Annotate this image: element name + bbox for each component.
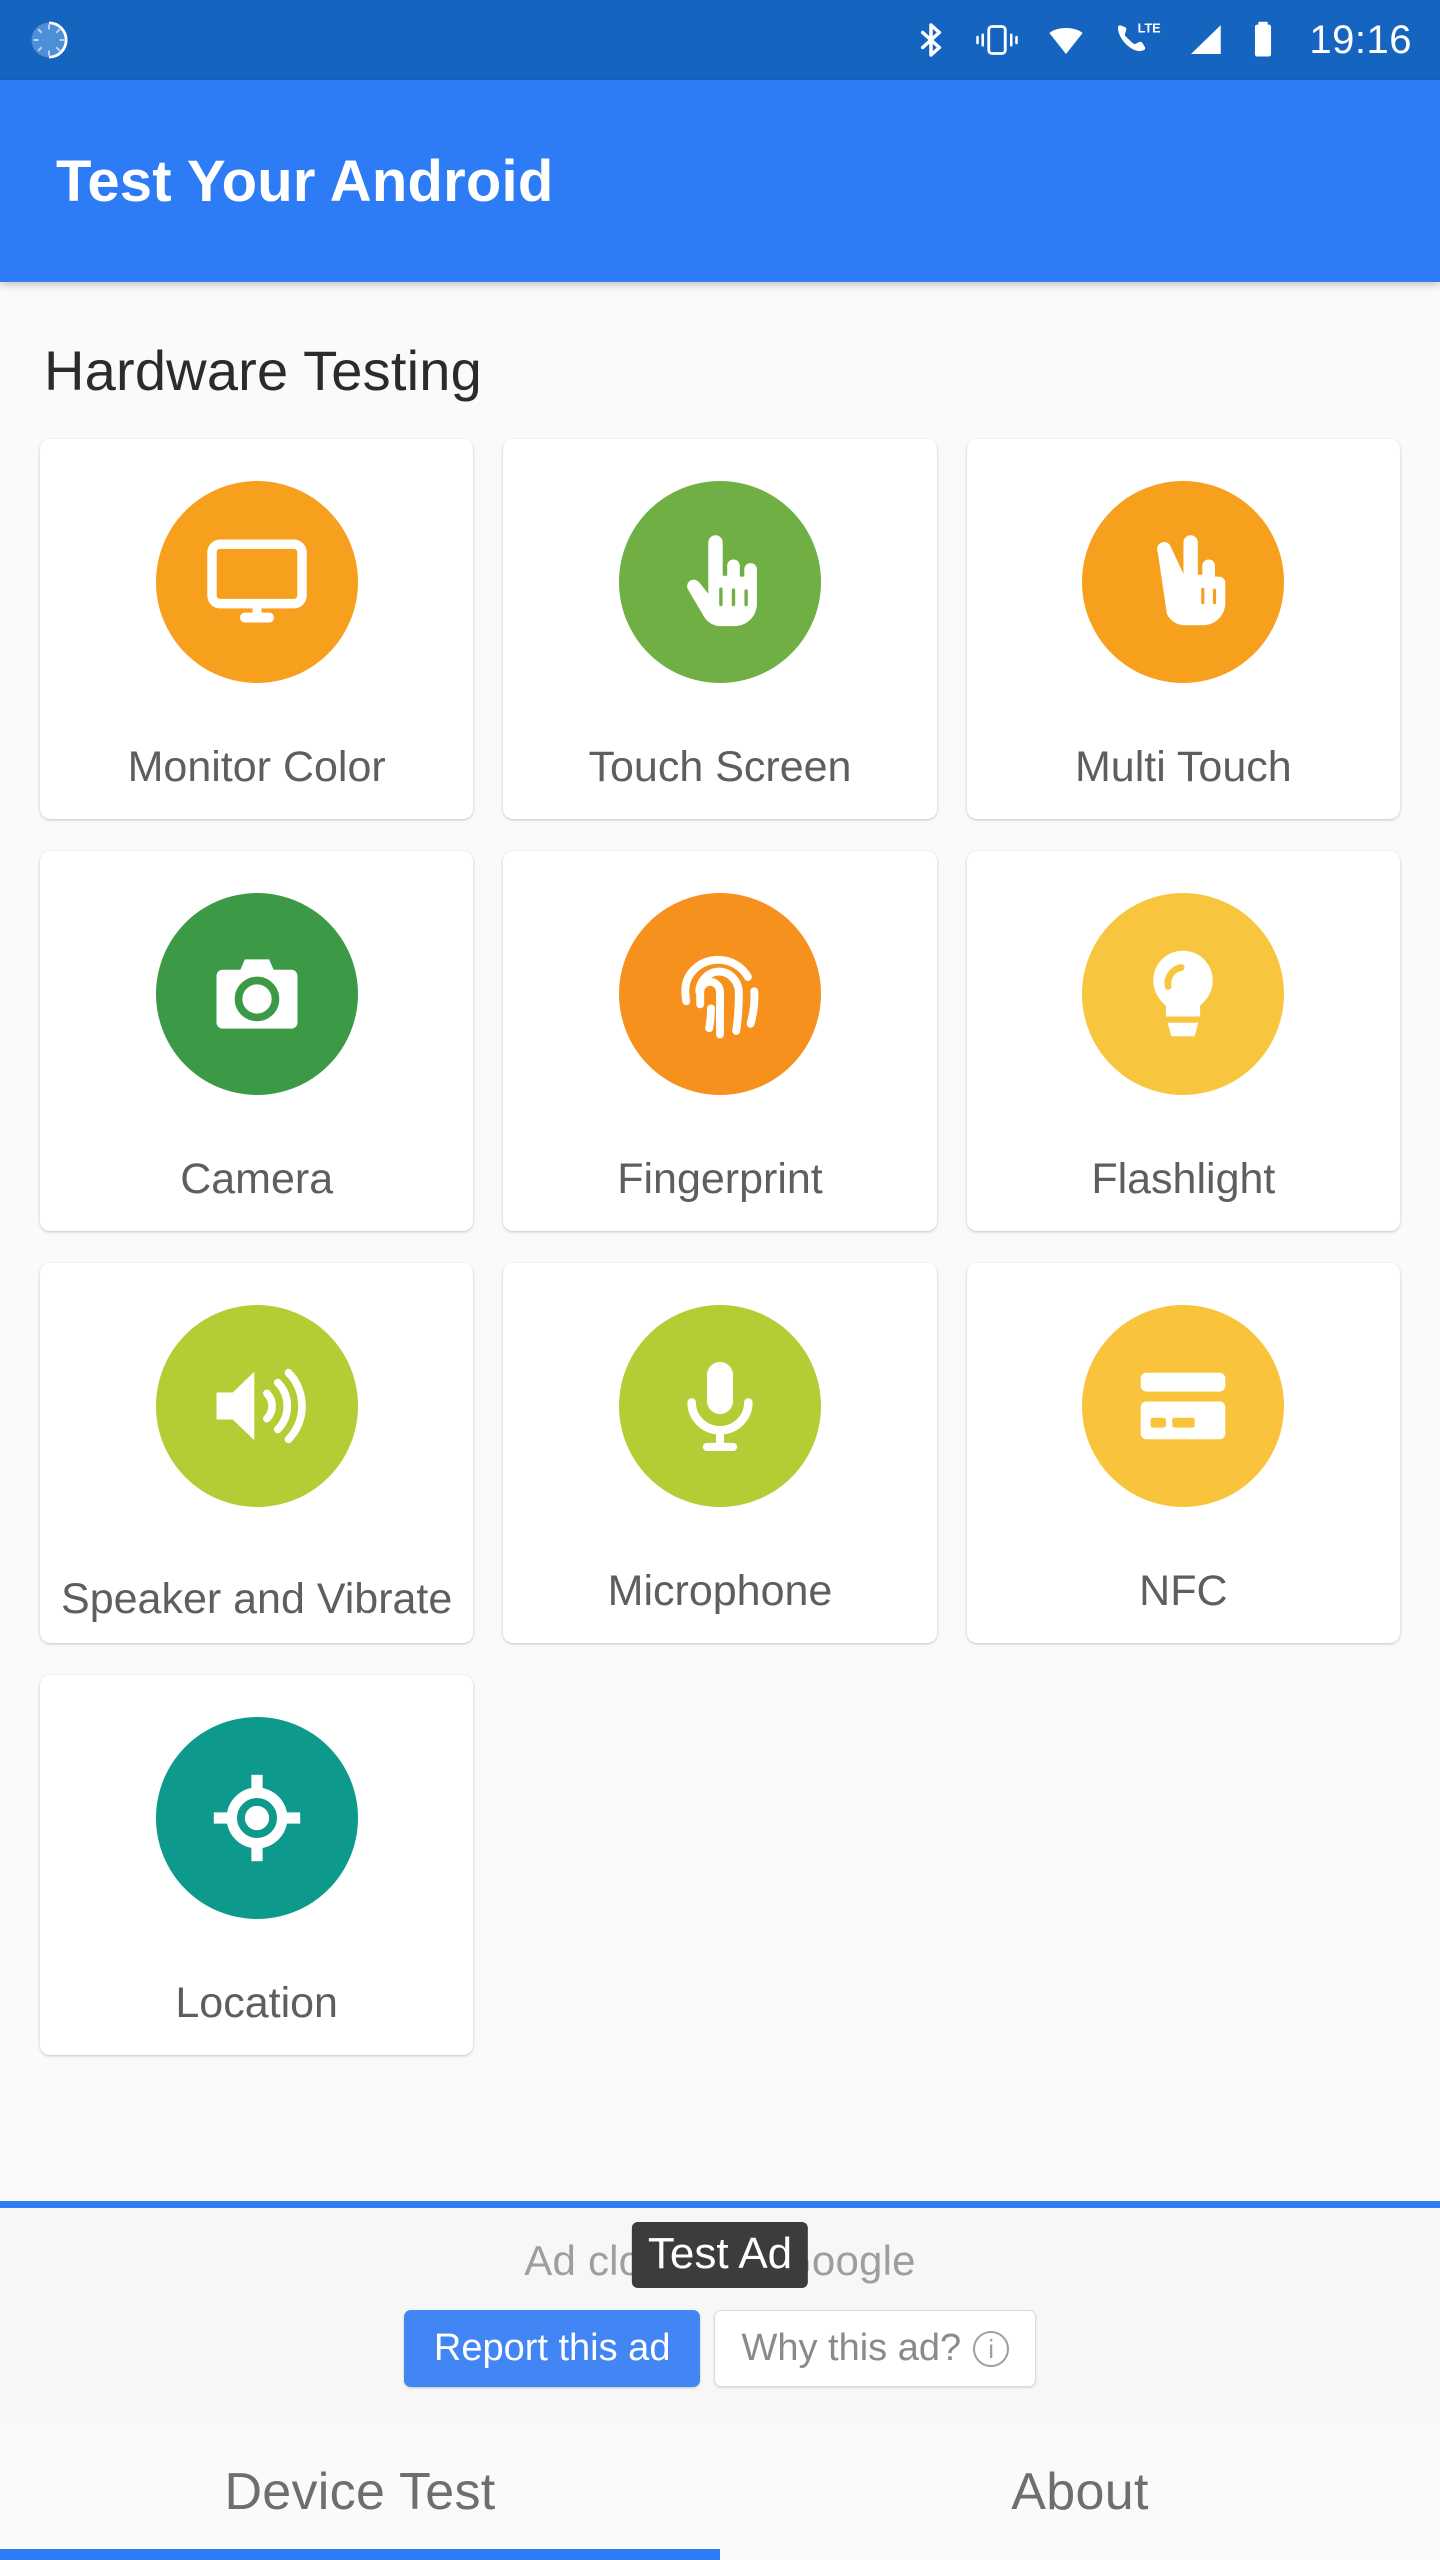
microphone-icon <box>687 1361 753 1451</box>
why-this-ad-button[interactable]: Why this ad? i <box>714 2310 1037 2387</box>
section-title: Hardware Testing <box>44 339 482 402</box>
tile-flashlight[interactable]: Flashlight <box>966 851 1400 1231</box>
ad-closed-row: Ad closed by Google Test Ad <box>0 2222 1440 2292</box>
svg-text:LTE: LTE <box>1138 22 1161 36</box>
vibrate-icon <box>973 21 1021 59</box>
gps-crosshair-icon-badge <box>155 1717 358 1919</box>
tile-label: Microphone <box>607 1567 833 1616</box>
bluetooth-icon <box>911 20 951 60</box>
tile-camera[interactable]: Camera <box>40 851 474 1231</box>
tile-label: NFC <box>1139 1567 1228 1616</box>
hand-point-icon-badge <box>618 481 821 683</box>
ad-banner: Ad closed by Google Test Ad Report this … <box>0 2201 1440 2423</box>
tile-monitor-color[interactable]: Monitor Color <box>40 439 474 819</box>
gps-crosshair-icon <box>213 1774 300 1862</box>
tile-label: Touch Screen <box>588 743 852 792</box>
tile-label: Flashlight <box>1091 1155 1276 1204</box>
status-bar-right: LTE 19:16 <box>911 18 1412 63</box>
tab-about[interactable]: About <box>720 2423 1440 2560</box>
monitor-icon <box>206 539 307 623</box>
camera-icon-badge <box>155 893 358 1095</box>
tile-touch-screen[interactable]: Touch Screen <box>503 439 937 819</box>
tile-location[interactable]: Location <box>40 1675 474 2055</box>
tab-label: About <box>1011 2462 1149 2521</box>
signal-icon <box>1183 19 1227 61</box>
hand-point-icon <box>687 535 757 627</box>
tile-label: Multi Touch <box>1074 743 1292 792</box>
tile-label: Fingerprint <box>617 1155 823 1204</box>
battery-icon <box>1249 18 1277 62</box>
wifi-icon <box>1043 19 1089 61</box>
test-ad-badge: Test Ad <box>631 2222 809 2288</box>
lightbulb-icon-badge <box>1082 893 1285 1095</box>
speaker-icon-badge <box>155 1305 358 1507</box>
status-bar-left <box>28 19 70 61</box>
report-this-ad-button[interactable]: Report this ad <box>403 2310 701 2387</box>
microphone-icon-badge <box>618 1305 821 1507</box>
tile-label: Camera <box>180 1155 334 1204</box>
hand-two-finger-icon <box>1157 535 1226 626</box>
app-bar: Test Your Android <box>0 80 1440 282</box>
hand-two-finger-icon-badge <box>1082 481 1285 683</box>
tile-fingerprint[interactable]: Fingerprint <box>503 851 937 1231</box>
status-bar-clock: 19:16 <box>1309 17 1412 62</box>
tile-speaker-and-vibrate[interactable]: Speaker and Vibrate <box>40 1263 474 1643</box>
tab-label: Device Test <box>224 2462 496 2521</box>
tile-microphone[interactable]: Microphone <box>503 1263 937 1643</box>
status-bar: LTE 19:16 <box>0 0 1440 80</box>
monitor-icon-badge <box>155 481 358 683</box>
fingerprint-icon-badge <box>618 893 821 1095</box>
hardware-test-grid: Monitor Color Touch Screen Multi Touch C… <box>40 439 1400 2055</box>
info-icon: i <box>973 2330 1010 2367</box>
phone-screen: LTE 19:16 Test Your Android Hardware Tes… <box>0 0 1440 2560</box>
ad-buttons: Report this ad Why this ad? i <box>403 2310 1037 2387</box>
credit-card-icon <box>1141 1372 1226 1440</box>
tile-label: Monitor Color <box>127 743 386 792</box>
lte-call-icon: LTE <box>1111 20 1161 60</box>
camera-icon <box>216 959 298 1029</box>
credit-card-icon-badge <box>1082 1305 1285 1507</box>
fingerprint-icon <box>681 955 759 1039</box>
tab-device-test[interactable]: Device Test <box>0 2423 720 2560</box>
speaker-icon <box>216 1368 306 1444</box>
bottom-tab-bar: Device Test About <box>0 2423 1440 2560</box>
tile-label: Location <box>175 1979 338 2028</box>
lightbulb-icon <box>1153 950 1214 1037</box>
tile-label: Speaker and Vibrate <box>61 1575 453 1624</box>
main-content: Hardware Testing Monitor Color Touch Scr… <box>0 282 1440 2201</box>
why-this-ad-label: Why this ad? <box>741 2327 962 2369</box>
app-notification-icon <box>28 19 70 61</box>
tile-multi-touch[interactable]: Multi Touch <box>966 439 1400 819</box>
tile-nfc[interactable]: NFC <box>966 1263 1400 1643</box>
page-title: Test Your Android <box>56 148 554 214</box>
